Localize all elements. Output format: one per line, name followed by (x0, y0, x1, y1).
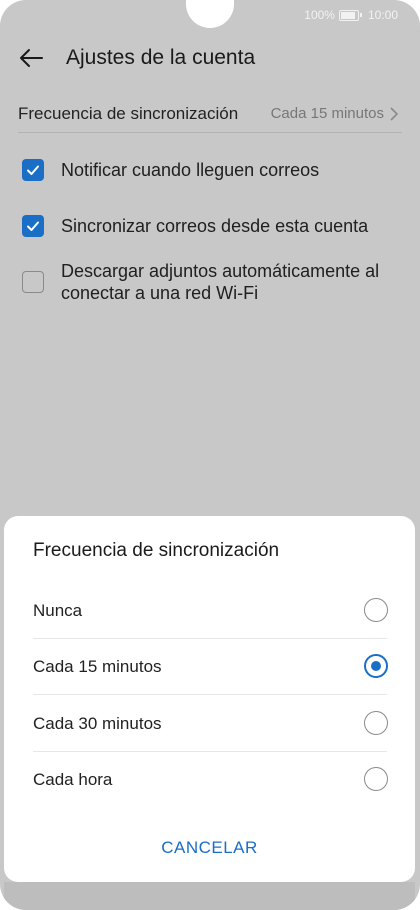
app-header: Ajustes de la cuenta (0, 34, 420, 82)
status-time: 10:00 (367, 8, 398, 22)
setting-label: Sincronizar correos desde esta cuenta (61, 216, 369, 236)
chevron-right-icon (388, 106, 400, 122)
battery-cap (359, 13, 362, 17)
battery-icon (338, 9, 359, 21)
arrow-left-icon[interactable] (18, 48, 44, 68)
radio-unselected-icon[interactable] (364, 767, 388, 791)
option-every-hour[interactable]: Cada hora (33, 751, 388, 807)
option-label: Cada 15 minutos (33, 657, 162, 676)
sync-frequency-value: Cada 15 minutos (270, 105, 384, 122)
option-label: Cada hora (33, 770, 113, 789)
radio-unselected-icon[interactable] (364, 711, 388, 735)
dialog-title: Frecuencia de sincronización (33, 540, 280, 561)
page-title: Ajustes de la cuenta (66, 46, 256, 69)
battery-percentage: 100% (304, 8, 335, 22)
option-every-15-min[interactable]: Cada 15 minutos (33, 638, 388, 694)
option-label: Cada 30 minutos (33, 714, 162, 733)
option-never[interactable]: Nunca (33, 582, 388, 638)
radio-selected-icon[interactable] (364, 654, 388, 678)
sync-frequency-dialog: Frecuencia de sincronización Nunca Cada … (4, 516, 415, 882)
bottom-dim-strip (4, 882, 415, 910)
setting-label-line2: conectar a una red Wi-Fi (61, 283, 259, 303)
setting-label-line1: Descargar adjuntos automáticamente al (61, 261, 380, 281)
setting-label: Notificar cuando lleguen correos (61, 160, 320, 180)
setting-auto-download-attachments[interactable]: Descargar adjuntos automáticamente al co… (22, 260, 402, 304)
sync-frequency-label: Frecuencia de sincronización (18, 104, 239, 123)
setting-notify-new-mail[interactable]: Notificar cuando lleguen correos (22, 159, 402, 181)
option-every-30-min[interactable]: Cada 30 minutos (33, 695, 388, 751)
checkbox-unchecked-icon[interactable] (22, 271, 44, 293)
setting-sync-mail[interactable]: Sincronizar correos desde esta cuenta (22, 215, 402, 237)
checkbox-checked-icon[interactable] (22, 215, 44, 237)
screen-frame: 100% 10:00 Ajustes de la cuenta Frecuenc… (0, 0, 420, 910)
status-bar: 100% 10:00 (304, 8, 398, 22)
radio-unselected-icon[interactable] (364, 598, 388, 622)
cancel-button[interactable]: CANCELAR (4, 838, 415, 858)
camera-notch (186, 0, 234, 28)
checkbox-checked-icon[interactable] (22, 159, 44, 181)
sync-frequency-row[interactable]: Frecuencia de sincronización Cada 15 min… (18, 96, 402, 133)
option-label: Nunca (33, 601, 83, 620)
